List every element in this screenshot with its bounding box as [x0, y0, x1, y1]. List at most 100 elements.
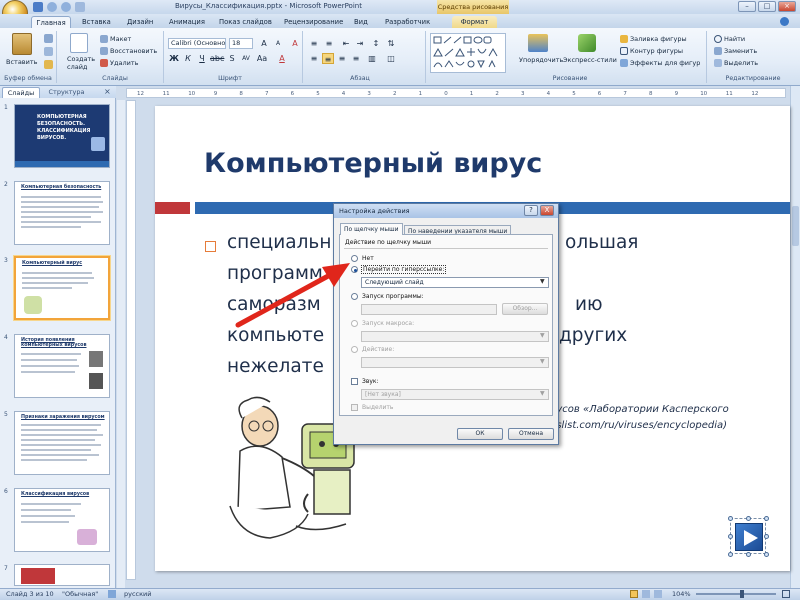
resize-handle[interactable]: [764, 534, 769, 539]
tab-home[interactable]: Главная: [31, 16, 71, 28]
dropdown-arrow-icon[interactable]: ▼: [540, 332, 545, 339]
radio-program-label[interactable]: Запуск программы:: [362, 293, 424, 300]
font-size-combo[interactable]: 18: [229, 38, 253, 49]
slide-thumbnail[interactable]: КОМПЬЮТЕРНАЯ БЕЗОПАСНОСТЬ. КЛАССИФИКАЦИЯ…: [14, 104, 110, 168]
resize-handle[interactable]: [746, 552, 751, 557]
change-case-icon[interactable]: Aa: [256, 53, 268, 64]
shrink-font-icon[interactable]: A: [272, 38, 284, 49]
font-color-icon[interactable]: A: [276, 53, 288, 64]
body-text-line[interactable]: нежелате: [227, 356, 324, 377]
text-direction-icon[interactable]: ⇅: [385, 38, 397, 49]
action-settings-dialog[interactable]: Настройка действия ? X По щелчку мыши По…: [333, 203, 559, 445]
save-icon[interactable]: [33, 2, 43, 12]
dialog-close-button[interactable]: X: [540, 205, 554, 216]
shape-fill-button[interactable]: Заливка фигуры: [630, 35, 687, 43]
decrease-indent-icon[interactable]: ⇤: [340, 38, 352, 49]
slide-thumbnail[interactable]: [14, 564, 110, 586]
close-pane-icon[interactable]: ×: [104, 87, 111, 96]
tab-slides[interactable]: Слайды: [2, 87, 40, 98]
select-button[interactable]: Выделить: [724, 59, 758, 67]
scroll-thumb[interactable]: [792, 206, 799, 246]
tab-format[interactable]: Формат: [452, 16, 497, 28]
resize-handle[interactable]: [764, 516, 769, 521]
underline-icon[interactable]: Ч: [196, 53, 208, 64]
spellcheck-icon[interactable]: [108, 590, 116, 598]
new-slide-icon[interactable]: [70, 33, 88, 53]
radio-macro-label[interactable]: Запуск макроса:: [362, 320, 414, 327]
dropdown-arrow-icon[interactable]: ▼: [540, 278, 545, 285]
browse-button[interactable]: Обзор...: [502, 303, 548, 315]
paste-icon[interactable]: [12, 33, 32, 55]
arrange-button[interactable]: Упорядочить: [519, 56, 563, 64]
slides-pane-scrollbar[interactable]: [117, 100, 125, 588]
radio-hyperlink-label[interactable]: Перейти по гиперссылке:: [361, 265, 447, 274]
normal-view-icon[interactable]: [630, 590, 638, 598]
reference-text[interactable]: uslist.com/ru/viruses/encyclopedia): [550, 420, 727, 431]
slide-title[interactable]: Компьютерный вирус: [204, 148, 542, 179]
justify-icon[interactable]: ≡: [350, 53, 362, 64]
highlight-checkbox[interactable]: [351, 404, 358, 411]
body-text-tail[interactable]: ию: [575, 294, 603, 315]
line-spacing-icon[interactable]: ↕: [370, 38, 382, 49]
paste-button[interactable]: Вставить: [6, 58, 37, 66]
bold-icon[interactable]: Ж: [168, 53, 180, 64]
dialog-help-button[interactable]: ?: [524, 205, 538, 216]
format-painter-icon[interactable]: [44, 60, 53, 69]
spacing-icon[interactable]: AV: [240, 53, 252, 64]
radio-none-label[interactable]: Нет: [362, 255, 374, 262]
tab-design[interactable]: Дизайн: [127, 16, 153, 28]
columns-icon[interactable]: ▥: [366, 53, 378, 64]
copy-icon[interactable]: [44, 47, 53, 56]
dropdown-arrow-icon[interactable]: ▼: [540, 390, 545, 397]
shape-effects-button[interactable]: Эффекты для фигур: [630, 59, 700, 67]
help-icon[interactable]: [780, 17, 789, 26]
radio-action-label[interactable]: Действие:: [362, 346, 394, 353]
tab-slideshow[interactable]: Показ слайдов: [219, 16, 272, 28]
dropdown-arrow-icon[interactable]: ▼: [540, 358, 545, 365]
sound-label[interactable]: Звук:: [362, 378, 379, 385]
maximize-button[interactable]: □: [758, 1, 776, 12]
body-text-tail[interactable]: других: [559, 325, 627, 346]
numbering-icon[interactable]: ≡: [323, 38, 335, 49]
shapes-gallery[interactable]: [430, 33, 506, 73]
reset-button[interactable]: Восстановить: [110, 47, 157, 55]
shadow-icon[interactable]: S: [226, 53, 238, 64]
quick-styles-icon[interactable]: [578, 34, 596, 52]
smartart-icon[interactable]: ◫: [385, 53, 397, 64]
vertical-scrollbar[interactable]: [790, 86, 800, 588]
slideshow-icon[interactable]: [654, 590, 662, 598]
cancel-button[interactable]: Отмена: [508, 428, 554, 440]
italic-icon[interactable]: К: [182, 53, 194, 64]
resize-handle[interactable]: [728, 516, 733, 521]
hyperlink-select[interactable]: Следующий слайд: [361, 277, 549, 288]
sound-select[interactable]: [Нет звука]: [361, 389, 549, 400]
zoom-slider[interactable]: [696, 593, 776, 595]
minimize-button[interactable]: –: [738, 1, 756, 12]
tab-animation[interactable]: Анимация: [169, 16, 205, 28]
increase-indent-icon[interactable]: ⇥: [354, 38, 366, 49]
tab-insert[interactable]: Вставка: [82, 16, 111, 28]
new-slide-button[interactable]: Создать слайд: [67, 55, 97, 71]
body-text-line[interactable]: специальн: [227, 232, 331, 253]
undo-icon[interactable]: [47, 2, 57, 12]
find-button[interactable]: Найти: [724, 35, 745, 43]
font-name-combo[interactable]: Calibri (Основной: [168, 38, 226, 49]
resize-handle[interactable]: [728, 534, 733, 539]
slide-thumbnail[interactable]: Классификация вирусов: [14, 488, 110, 552]
ok-button[interactable]: ОК: [457, 428, 503, 440]
macro-select[interactable]: [361, 331, 549, 342]
align-center-icon[interactable]: ≡: [322, 53, 334, 64]
tab-outline[interactable]: Структура: [44, 87, 89, 98]
replace-button[interactable]: Заменить: [724, 47, 757, 55]
body-text-tail[interactable]: ольшая: [565, 232, 638, 253]
sound-checkbox[interactable]: [351, 378, 358, 385]
tab-review[interactable]: Рецензирование: [284, 16, 343, 28]
program-path-input[interactable]: [361, 304, 497, 315]
redo-icon[interactable]: [61, 2, 71, 12]
fit-to-window-icon[interactable]: [782, 590, 790, 598]
zoom-slider-thumb[interactable]: [740, 590, 744, 598]
clear-format-icon[interactable]: A: [289, 38, 301, 49]
bullets-icon[interactable]: ≡: [308, 38, 320, 49]
highlight-label[interactable]: Выделить: [362, 404, 393, 411]
slide-thumbnail[interactable]: Компьютерная безопасность: [14, 181, 110, 245]
